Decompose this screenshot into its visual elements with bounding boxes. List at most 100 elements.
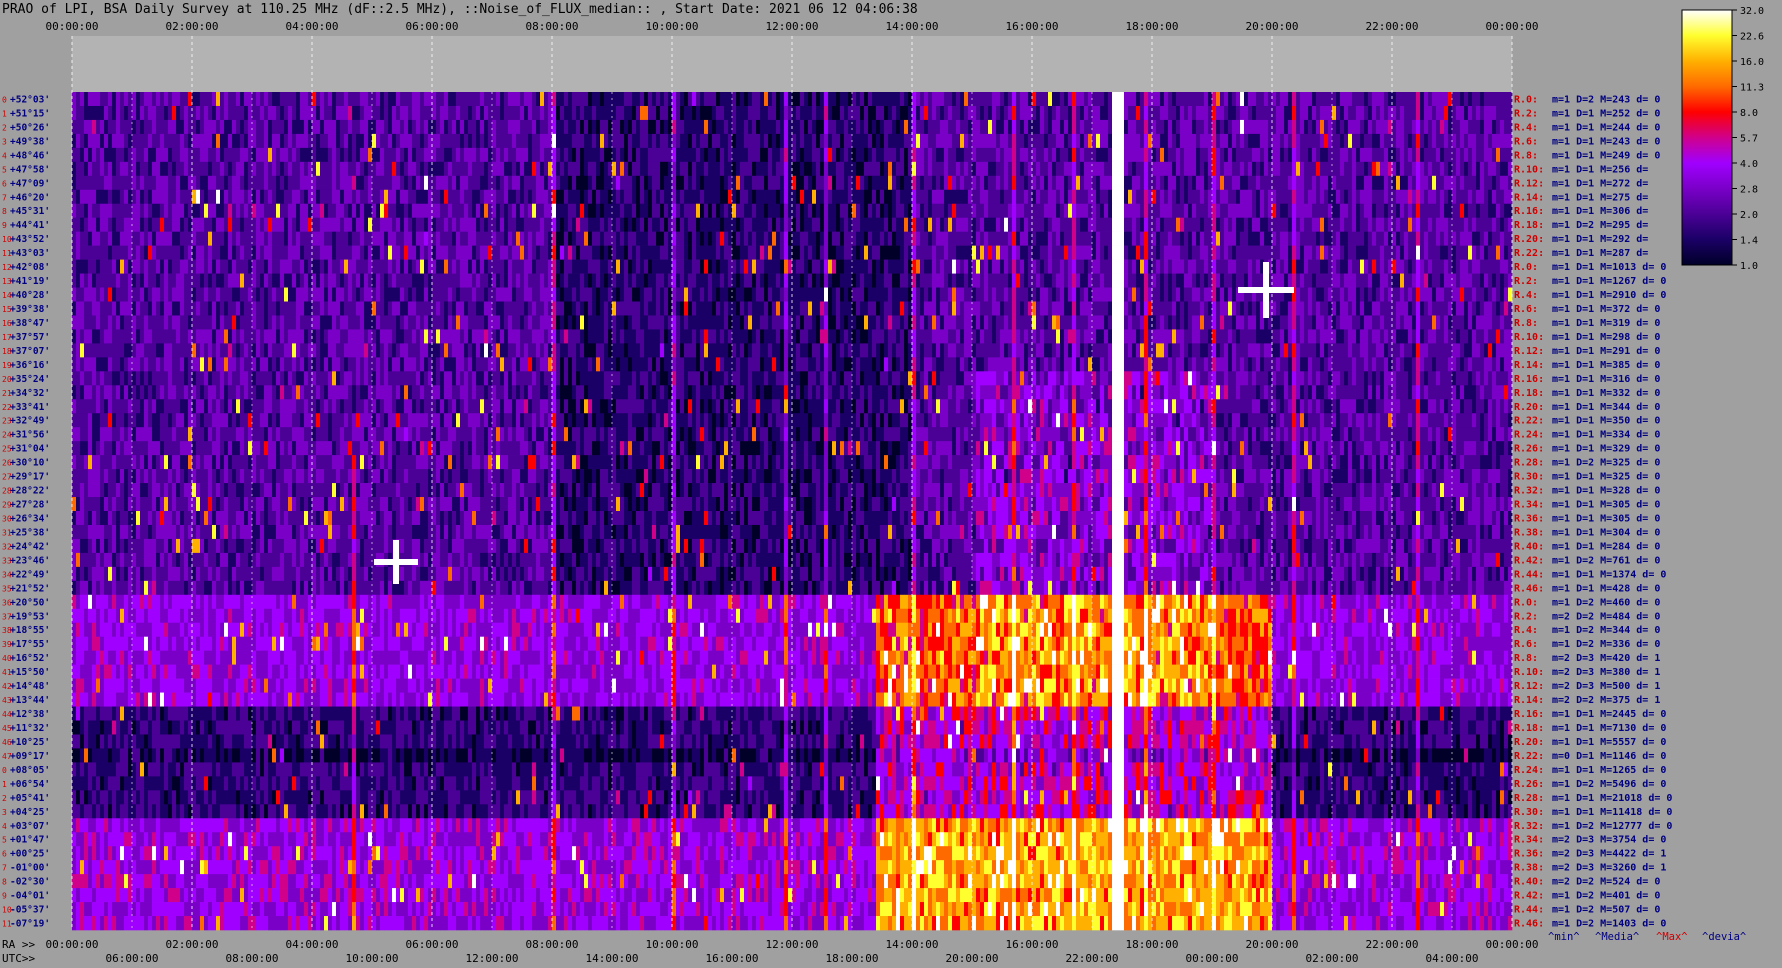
row-index-label: 0: [2, 766, 7, 775]
beam-label: R.36:: [1514, 513, 1544, 524]
row-index-label: 3: [2, 808, 7, 817]
utc-tick-label: 04:00:00: [1426, 952, 1479, 965]
utc-tick-label: 08:00:00: [226, 952, 279, 965]
top-tick-label: 18:00:00: [1126, 20, 1179, 33]
declination-label: +11°32': [10, 723, 50, 734]
beam-stat: m=1 D=1 M=304 d= 0: [1552, 527, 1660, 538]
beam-label: R.14:: [1514, 360, 1544, 371]
beam-label: R.0:: [1514, 94, 1538, 105]
ra-axis-label: RA >>: [2, 938, 35, 951]
beam-stat: m=1 D=1 M=7130 d= 0: [1552, 723, 1666, 734]
beam-stat: m=1 D=1 M=1013 d= 0: [1552, 262, 1666, 273]
utc-tick-label: 02:00:00: [1306, 952, 1359, 965]
beam-stat: m=2 D=2 M=375 d= 1: [1552, 695, 1660, 706]
beam-label: R.22:: [1514, 416, 1544, 427]
beam-stat: m=2 D=3 M=3754 d= 0: [1552, 835, 1666, 846]
beam-label: R.22:: [1514, 751, 1544, 762]
utc-tick-label: 20:00:00: [946, 952, 999, 965]
beam-label: R.26:: [1514, 444, 1544, 455]
colorbar-tick-label: 4.0: [1740, 159, 1758, 170]
beam-label: R.2:: [1514, 108, 1538, 119]
beam-label: R.36:: [1514, 849, 1544, 860]
beam-label: R.16:: [1514, 374, 1544, 385]
beam-label: R.44:: [1514, 905, 1544, 916]
beam-stat: m=1 D=2 M=344 d= 0: [1552, 625, 1660, 636]
beam-label: R.8:: [1514, 318, 1538, 329]
declination-label: +10°25': [10, 737, 50, 748]
declination-label: +15°50': [10, 667, 50, 678]
beam-stat: m=1 D=1 M=244 d= 0: [1552, 122, 1660, 133]
row-index-label: 0: [2, 95, 7, 104]
declination-label: +01°47': [10, 835, 50, 846]
beam-stat: m=1 D=1 M=1265 d= 0: [1552, 765, 1666, 776]
top-tick-label: 04:00:00: [286, 20, 339, 33]
declination-label: +44°41': [10, 220, 50, 231]
declination-label: +20°50': [10, 597, 50, 608]
ra-tick-label: 08:00:00: [526, 938, 579, 951]
beam-stat: m=1 D=1 M=252 d= 0: [1552, 108, 1660, 119]
beam-stat: m=1 D=1 M=1267 d= 0: [1552, 276, 1666, 287]
beam-label: R.40:: [1514, 877, 1544, 888]
declination-label: +34°32': [10, 388, 50, 399]
beam-stat: m=1 D=1 M=325 d= 0: [1552, 472, 1660, 483]
declination-label: -07°19': [10, 919, 50, 930]
beam-label: R.4:: [1514, 625, 1538, 636]
declination-label: +52°03': [10, 94, 50, 105]
utc-tick-label: 10:00:00: [346, 952, 399, 965]
declination-label: +51°15': [10, 108, 50, 119]
ra-tick-label: 18:00:00: [1126, 938, 1179, 951]
colorbar-tick-label: 2.0: [1740, 210, 1758, 221]
row-index-label: 5: [2, 165, 7, 174]
declination-label: +36°16': [10, 360, 50, 371]
beam-label: R.0:: [1514, 262, 1538, 273]
top-tick-label: 02:00:00: [166, 20, 219, 33]
beam-stat: m=2 D=3 M=500 d= 1: [1552, 681, 1660, 692]
row-index-label: 8: [2, 878, 7, 887]
colorbar-tick-label: 16.0: [1740, 57, 1764, 68]
row-index-label: 7: [2, 193, 7, 202]
beam-label: R.8:: [1514, 150, 1538, 161]
beam-stat: m=1 D=1 M=372 d= 0: [1552, 304, 1660, 315]
beam-stat: m=1 D=2 M=5496 d= 0: [1552, 779, 1666, 790]
top-tick-label: 22:00:00: [1366, 20, 1419, 33]
colorbar-tick-label: 1.0: [1740, 261, 1758, 272]
beam-stat: m=1 D=1 M=2910 d= 0: [1552, 290, 1666, 301]
beam-stat: m=1 D=1 M=306 d=: [1552, 206, 1648, 217]
declination-label: +42°08': [10, 262, 50, 273]
ra-tick-label: 04:00:00: [286, 938, 339, 951]
beam-label: R.34:: [1514, 500, 1544, 511]
declination-label: +09°17': [10, 751, 50, 762]
declination-label: +39°38': [10, 304, 50, 315]
beam-stat: m=2 D=3 M=4422 d= 1: [1552, 849, 1666, 860]
declination-label: +21°52': [10, 583, 50, 594]
beam-label: R.32:: [1514, 821, 1544, 832]
declination-label: +46°20': [10, 192, 50, 203]
ra-tick-label: 06:00:00: [406, 938, 459, 951]
declination-label: +38°47': [10, 318, 50, 329]
ra-tick-label: 16:00:00: [1006, 938, 1059, 951]
beam-label: R.16:: [1514, 206, 1544, 217]
beam-stat: m=1 D=1 M=329 d= 0: [1552, 444, 1660, 455]
beam-stat: m=1 D=1 M=256 d=: [1552, 164, 1648, 175]
beam-stat: m=2 D=3 M=420 d= 1: [1552, 653, 1660, 664]
beam-label: R.6:: [1514, 639, 1538, 650]
beam-label: R.28:: [1514, 793, 1544, 804]
top-tick-label: 16:00:00: [1006, 20, 1059, 33]
row-index-label: 2: [2, 794, 7, 803]
row-index-label: 9: [2, 892, 7, 901]
beam-label: R.30:: [1514, 472, 1544, 483]
declination-label: +48°46': [10, 150, 50, 161]
declination-label: +33°41': [10, 402, 50, 413]
row-index-label: 6: [2, 850, 7, 859]
declination-label: +24°42': [10, 541, 50, 552]
beam-stat: m=1 D=1 M=275 d=: [1552, 192, 1648, 203]
beam-stat: m=1 D=1 M=332 d= 0: [1552, 388, 1660, 399]
utc-tick-label: 06:00:00: [106, 952, 159, 965]
beam-stat: m=1 D=2 M=1403 d= 0: [1552, 919, 1666, 930]
beam-stat: m=1 D=2 M=336 d= 0: [1552, 639, 1660, 650]
beam-label: R.20:: [1514, 402, 1544, 413]
top-tick-label: 12:00:00: [766, 20, 819, 33]
survey-chart: 00:00:00 02:00:00 04:00:00 06:00:00 08:00:00…: [2, 6, 1764, 965]
declination-label: +40°28': [10, 290, 50, 301]
row-index-label: 9: [2, 221, 7, 230]
